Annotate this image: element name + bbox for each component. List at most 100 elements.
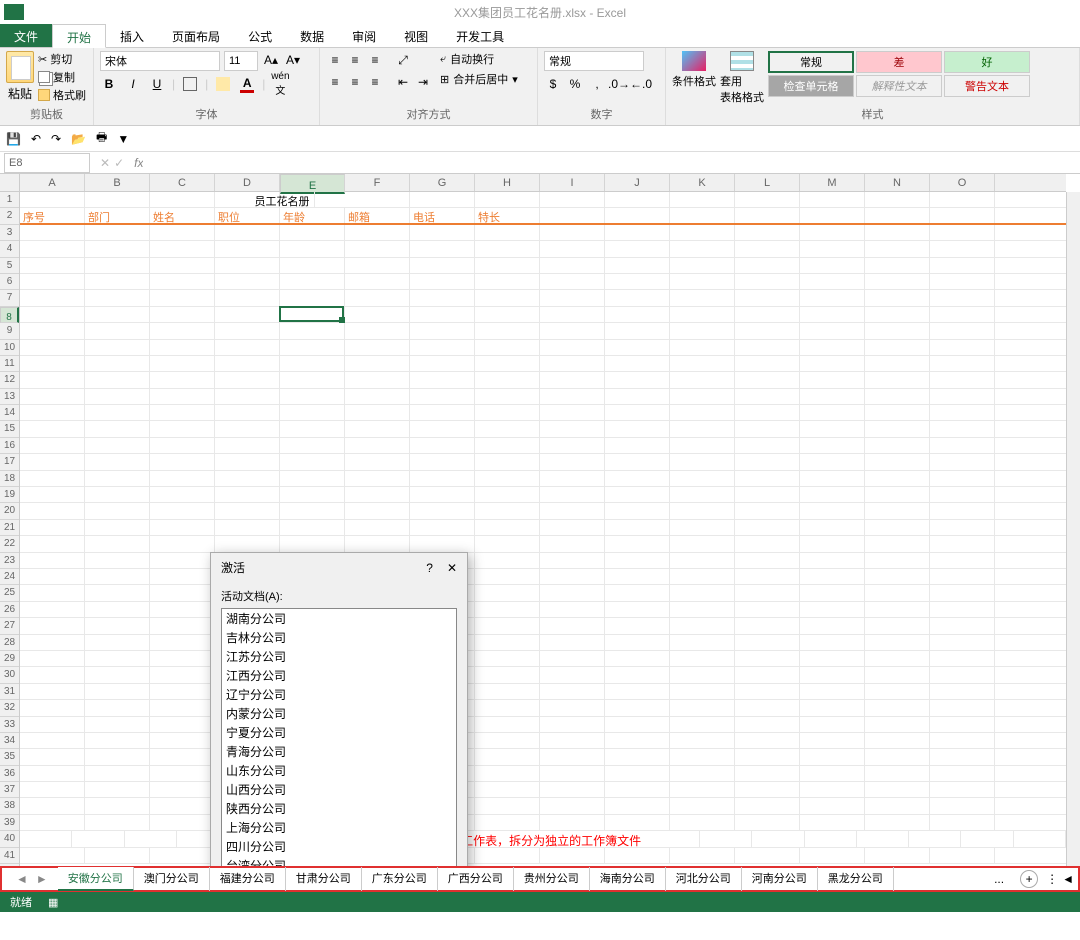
row-header-15[interactable]: 15 <box>0 421 19 437</box>
tab-data[interactable]: 数据 <box>286 24 338 47</box>
dialog-item[interactable]: 湖南分公司 <box>222 609 456 628</box>
row-header-11[interactable]: 11 <box>0 356 19 372</box>
sheet-tab[interactable]: 福建分公司 <box>210 867 286 891</box>
row-header-18[interactable]: 18 <box>0 471 19 487</box>
help-icon[interactable]: ? <box>426 561 433 575</box>
font-name-select[interactable] <box>100 51 220 71</box>
brush-button[interactable]: 格式刷 <box>38 87 86 103</box>
sheet-tab[interactable]: 河北分公司 <box>666 867 742 891</box>
tabs-ellipsis[interactable]: ... <box>986 872 1012 886</box>
row-header-37[interactable]: 37 <box>0 782 19 798</box>
dialog-item[interactable]: 青海分公司 <box>222 742 456 761</box>
dialog-item[interactable]: 山西分公司 <box>222 780 456 799</box>
tab-dev[interactable]: 开发工具 <box>442 24 518 47</box>
col-header-C[interactable]: C <box>150 174 215 191</box>
currency-button[interactable]: $ <box>544 75 562 93</box>
sheet-tab[interactable]: 广西分公司 <box>438 867 514 891</box>
sheet-tab[interactable]: 贵州分公司 <box>514 867 590 891</box>
dialog-item[interactable]: 吉林分公司 <box>222 628 456 647</box>
dialog-item[interactable]: 陕西分公司 <box>222 799 456 818</box>
row-header-8[interactable]: 8 <box>0 307 19 323</box>
hscroll-left-icon[interactable]: ◄ <box>1062 872 1074 886</box>
style-bad[interactable]: 差 <box>856 51 942 73</box>
row-header-35[interactable]: 35 <box>0 749 19 765</box>
sheet-tab[interactable]: 海南分公司 <box>590 867 666 891</box>
row-header-13[interactable]: 13 <box>0 389 19 405</box>
row-header-38[interactable]: 38 <box>0 798 19 814</box>
copy-button[interactable]: 复制 <box>38 69 86 85</box>
tab-insert[interactable]: 插入 <box>106 24 158 47</box>
col-header-H[interactable]: H <box>475 174 540 191</box>
redo-icon[interactable]: ↷ <box>51 132 61 146</box>
filter-icon[interactable]: ▼ <box>117 132 129 146</box>
row-header-28[interactable]: 28 <box>0 635 19 651</box>
row-header-9[interactable]: 9 <box>0 323 19 339</box>
wrap-button[interactable]: ⤶自动换行 <box>440 51 518 67</box>
open-icon[interactable]: 📂 <box>71 132 86 146</box>
table-format[interactable]: 套用 表格格式 <box>720 51 764 105</box>
row-header-21[interactable]: 21 <box>0 520 19 536</box>
dialog-item[interactable]: 上海分公司 <box>222 818 456 837</box>
sheet-tab[interactable]: 广东分公司 <box>362 867 438 891</box>
tab-nav-prev[interactable]: ◄ <box>16 872 28 886</box>
number-format-select[interactable] <box>544 51 644 71</box>
orientation[interactable]: ⤢ <box>394 51 412 69</box>
row-header-12[interactable]: 12 <box>0 372 19 388</box>
row-header-34[interactable]: 34 <box>0 733 19 749</box>
dialog-item[interactable]: 四川分公司 <box>222 837 456 856</box>
paste-button[interactable]: 粘贴 <box>6 51 34 102</box>
col-header-J[interactable]: J <box>605 174 670 191</box>
phonetic-button[interactable]: wén文 <box>271 75 289 93</box>
sheet-tab[interactable]: 甘肃分公司 <box>286 867 362 891</box>
row-header-24[interactable]: 24 <box>0 569 19 585</box>
style-check[interactable]: 检查单元格 <box>768 75 854 97</box>
row-header-27[interactable]: 27 <box>0 618 19 634</box>
row-header-1[interactable]: 1 <box>0 192 19 208</box>
center-align[interactable]: ≡ <box>346 73 364 91</box>
formula-input[interactable] <box>143 153 1080 173</box>
close-icon[interactable]: ✕ <box>447 561 457 575</box>
tab-file[interactable]: 文件 <box>0 24 52 47</box>
italic-button[interactable]: I <box>124 75 142 93</box>
row-header-41[interactable]: 41 <box>0 848 19 864</box>
cells-grid[interactable]: 员工花名册序号部门姓名职位年龄邮箱电话特长一键将所有的工作表，拆分为独立的工作簿… <box>20 192 1066 866</box>
row-header-40[interactable]: 40 <box>0 831 19 847</box>
col-header-L[interactable]: L <box>735 174 800 191</box>
left-align[interactable]: ≡ <box>326 73 344 91</box>
row-header-26[interactable]: 26 <box>0 602 19 618</box>
row-header-33[interactable]: 33 <box>0 717 19 733</box>
cancel-fx-icon[interactable]: ✕ <box>100 156 110 170</box>
tab-layout[interactable]: 页面布局 <box>158 24 234 47</box>
conditional-format[interactable]: 条件格式 <box>672 51 716 105</box>
bold-button[interactable]: B <box>100 75 118 93</box>
middle-align[interactable]: ≡ <box>346 51 364 69</box>
undo-icon[interactable]: ↶ <box>31 132 41 146</box>
border-button[interactable] <box>181 75 199 93</box>
row-header-25[interactable]: 25 <box>0 585 19 601</box>
tab-home[interactable]: 开始 <box>52 24 106 48</box>
bottom-align[interactable]: ≡ <box>366 51 384 69</box>
col-header-G[interactable]: G <box>410 174 475 191</box>
name-box[interactable] <box>4 153 90 173</box>
tab-menu-icon[interactable]: ⋮ <box>1046 872 1058 886</box>
style-explain[interactable]: 解释性文本 <box>856 75 942 97</box>
row-header-2[interactable]: 2 <box>0 208 19 224</box>
select-all-corner[interactable] <box>0 174 20 192</box>
underline-button[interactable]: U <box>148 75 166 93</box>
macro-icon[interactable]: ▦ <box>48 896 58 909</box>
dialog-item[interactable]: 辽宁分公司 <box>222 685 456 704</box>
col-header-B[interactable]: B <box>85 174 150 191</box>
font-color-button[interactable]: A <box>238 75 256 93</box>
dialog-item[interactable]: 江西分公司 <box>222 666 456 685</box>
row-header-39[interactable]: 39 <box>0 815 19 831</box>
row-header-16[interactable]: 16 <box>0 438 19 454</box>
col-header-D[interactable]: D <box>215 174 280 191</box>
style-good[interactable]: 好 <box>944 51 1030 73</box>
row-header-31[interactable]: 31 <box>0 684 19 700</box>
top-align[interactable]: ≡ <box>326 51 344 69</box>
sheet-tab[interactable]: 澳门分公司 <box>134 867 210 891</box>
row-header-5[interactable]: 5 <box>0 258 19 274</box>
font-size-select[interactable] <box>224 51 258 71</box>
sheet-tab[interactable]: 河南分公司 <box>742 867 818 891</box>
inc-decimal[interactable]: .0→ <box>610 75 628 93</box>
